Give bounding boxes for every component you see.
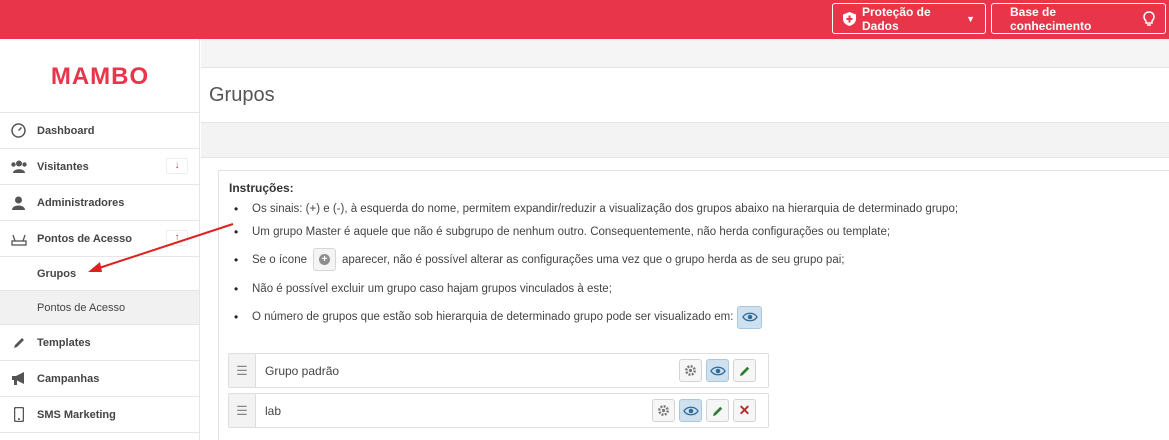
- group-name: lab: [265, 404, 282, 418]
- eye-icon: [682, 406, 699, 415]
- view-subgroups-button[interactable]: [679, 399, 702, 422]
- view-subgroups-button[interactable]: [706, 359, 729, 382]
- edit-button[interactable]: [733, 359, 756, 382]
- delete-button[interactable]: ✕: [733, 399, 756, 422]
- edit-button[interactable]: [706, 399, 729, 422]
- gear-icon: [658, 405, 669, 416]
- pencil-icon: [739, 366, 749, 376]
- eye-icon: [709, 366, 726, 375]
- gear-icon: [685, 365, 696, 376]
- drag-handle-icon[interactable]: ☰: [229, 354, 256, 387]
- group-row[interactable]: ☰ Grupo padrão: [228, 353, 769, 388]
- group-name: Grupo padrão: [265, 364, 340, 378]
- group-row[interactable]: ☰ lab ✕: [228, 393, 769, 428]
- settings-button[interactable]: [652, 399, 675, 422]
- close-icon: ✕: [738, 402, 751, 418]
- pencil-icon: [712, 406, 722, 416]
- drag-handle-icon[interactable]: ☰: [229, 394, 256, 427]
- settings-button[interactable]: [679, 359, 702, 382]
